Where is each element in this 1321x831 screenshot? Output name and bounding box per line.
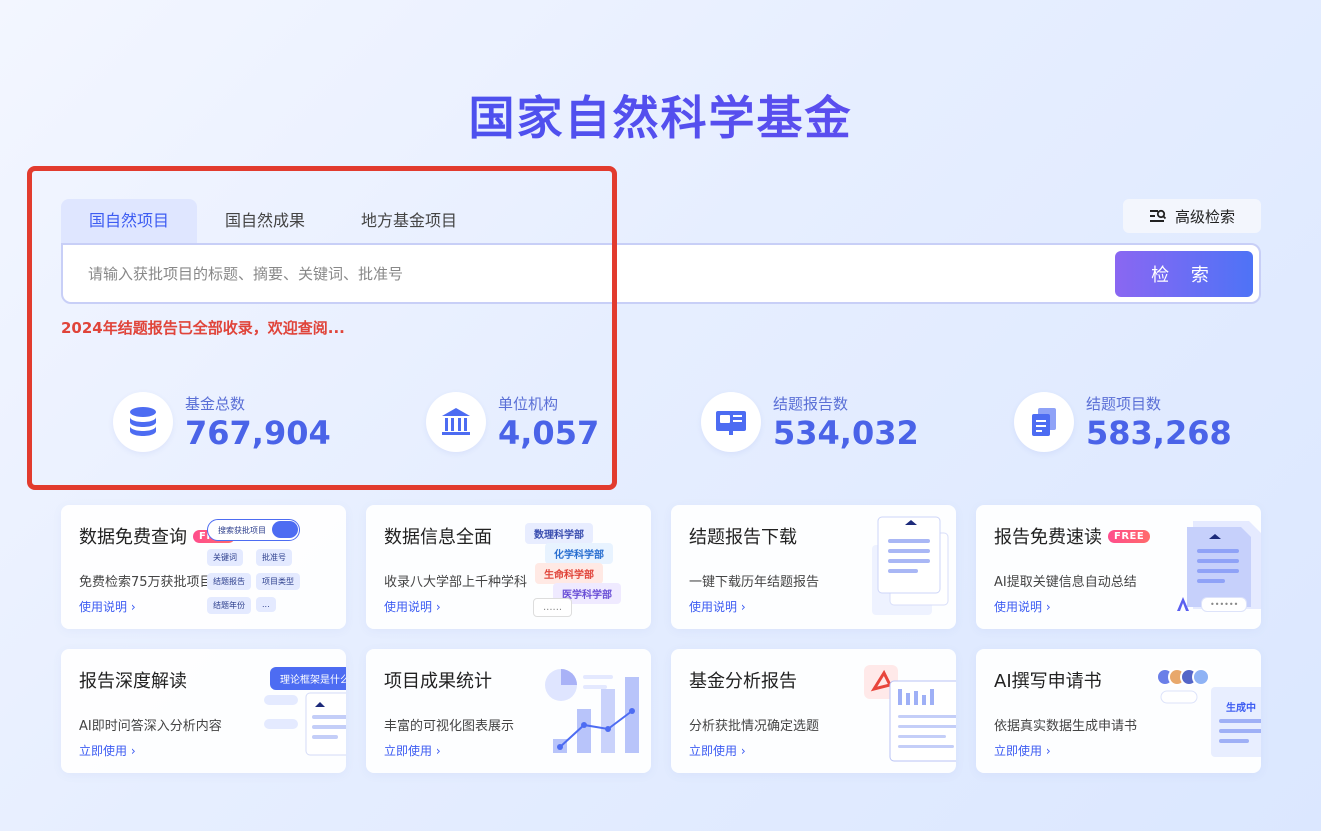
search-input[interactable] <box>63 264 1115 283</box>
generating-status: 生成中 <box>1226 703 1256 714</box>
chip: 结题报告 <box>207 573 251 590</box>
card-title: AI撰写申请书 <box>994 671 1102 692</box>
page-title: 国家自然科学基金 <box>0 82 1321 148</box>
search-button[interactable]: 检 索 <box>1115 250 1253 297</box>
pdf-report-icon <box>864 665 956 762</box>
card-free-data-query[interactable]: 数据免费查询 FREE 免费检索75万获批项目 使用说明 › 搜索获批项目 关键… <box>61 505 346 629</box>
card-ai-write-application[interactable]: AI撰写申请书 依据真实数据生成申请书 立即使用 › 生成中 <box>976 649 1261 773</box>
card-title: 结题报告下载 <box>689 527 797 548</box>
card-project-statistics[interactable]: 项目成果统计 丰富的可视化图表展示 立即使用 › <box>366 649 651 773</box>
card-report-download[interactable]: 结题报告下载 一键下载历年结题报告 使用说明 › <box>671 505 956 629</box>
card-title: 数据免费查询 <box>79 527 187 548</box>
card-title: 基金分析报告 <box>689 671 797 692</box>
card-desc: 分析获批情况确定选题 <box>689 719 820 734</box>
progress-dots: •••••• <box>1201 597 1248 612</box>
tab-nsfc-projects[interactable]: 国自然项目 <box>61 199 198 243</box>
tag-life-science: 生命科学部 <box>535 563 603 584</box>
chip: 批准号 <box>256 549 292 566</box>
card-title: 项目成果统计 <box>384 671 492 692</box>
card-link[interactable]: 立即使用 › <box>79 742 136 759</box>
tag-more: ...... <box>533 598 573 617</box>
stat-label: 结题项目数 <box>1086 395 1162 413</box>
bar-chart-icon <box>545 669 639 753</box>
notice-text[interactable]: 2024年结题报告已全部收录，欢迎查阅... <box>61 317 345 338</box>
chat-document-icon <box>264 692 346 756</box>
stat-completed-projects: 结题项目数 583,268 <box>1014 391 1232 452</box>
stat-label: 单位机构 <box>498 395 559 413</box>
database-icon <box>113 391 173 452</box>
chip: 项目类型 <box>256 573 300 590</box>
document-stack-icon <box>872 516 949 615</box>
card-illustration <box>826 649 956 773</box>
card-desc: 依据真实数据生成申请书 <box>994 719 1138 734</box>
stat-value: 767,904 <box>185 414 331 452</box>
stat-label: 基金总数 <box>185 395 246 413</box>
stat-label: 结题报告数 <box>773 395 849 413</box>
card-comprehensive-data[interactable]: 数据信息全面 收录八大学部上千种学科 使用说明 › 数理科学部 化学科学部 生命… <box>366 505 651 629</box>
chip: 关键词 <box>207 549 243 566</box>
stat-institutions: 单位机构 4,057 <box>426 391 599 452</box>
card-illustration: 数理科学部 化学科学部 生命科学部 医学科学部 ...... <box>521 505 651 629</box>
report-icon <box>701 391 761 452</box>
card-desc: 收录八大学部上千种学科 <box>384 575 528 590</box>
tab-local-fund-projects[interactable]: 地方基金项目 <box>333 199 485 243</box>
stat-value: 4,057 <box>498 414 600 452</box>
card-title: 报告免费速读 <box>994 527 1102 548</box>
card-link[interactable]: 立即使用 › <box>689 742 746 759</box>
card-link[interactable]: 立即使用 › <box>994 742 1051 759</box>
tag-chemistry: 化学科学部 <box>545 543 613 564</box>
advanced-search-label: 高级检索 <box>1174 207 1235 226</box>
card-link[interactable]: 使用说明 › <box>689 598 746 615</box>
card-fund-analysis-report[interactable]: 基金分析报告 分析获批情况确定选题 立即使用 › <box>671 649 956 773</box>
stat-fund-total: 基金总数 767,904 <box>113 391 331 452</box>
card-link[interactable]: 立即使用 › <box>384 742 441 759</box>
chip: 结题年份 <box>207 597 251 614</box>
card-illustration <box>521 649 651 773</box>
institution-icon <box>426 391 486 452</box>
stat-value: 583,268 <box>1086 414 1232 452</box>
card-title: 报告深度解读 <box>79 671 187 692</box>
chip: ... <box>256 597 276 612</box>
card-illustration <box>826 505 956 629</box>
card-illustration: •••••• <box>1131 505 1261 629</box>
card-desc: AI提取关键信息自动总结 <box>994 575 1137 590</box>
card-link[interactable]: 使用说明 › <box>384 598 441 615</box>
stat-final-reports: 结题报告数 534,032 <box>701 391 919 452</box>
advanced-search-button[interactable]: 高级检索 <box>1123 199 1261 233</box>
card-title: 数据信息全面 <box>384 527 492 548</box>
tag-math-physics: 数理科学部 <box>525 523 593 544</box>
documents-icon <box>1014 391 1074 452</box>
illustration-search-text: 搜索获批项目 <box>218 526 266 535</box>
tab-nsfc-results[interactable]: 国自然成果 <box>197 199 333 243</box>
card-desc: 免费检索75万获批项目 <box>79 575 213 590</box>
card-illustration: 理论框架是什么? <box>216 649 346 773</box>
card-illustration: 搜索获批项目 关键词 批准号 结题报告 项目类型 结题年份 ... <box>207 505 346 629</box>
card-deep-interpretation[interactable]: 报告深度解读 AI即时问答深入分析内容 立即使用 › 理论框架是什么? <box>61 649 346 773</box>
card-illustration: 生成中 <box>1131 649 1261 773</box>
search-bar: 检 索 <box>61 243 1261 304</box>
card-desc: AI即时问答深入分析内容 <box>79 719 222 734</box>
card-desc: 一键下载历年结题报告 <box>689 575 820 590</box>
search-icon <box>272 521 298 538</box>
stat-value: 534,032 <box>773 414 919 452</box>
card-desc: 丰富的可视化图表展示 <box>384 719 515 734</box>
card-free-speed-read[interactable]: 报告免费速读 FREE AI提取关键信息自动总结 使用说明 › •••••• <box>976 505 1261 629</box>
card-link[interactable]: 使用说明 › <box>994 598 1051 615</box>
card-link[interactable]: 使用说明 › <box>79 598 136 615</box>
search-tabs: 国自然项目 国自然成果 地方基金项目 <box>61 199 485 243</box>
filter-search-icon <box>1149 209 1167 222</box>
